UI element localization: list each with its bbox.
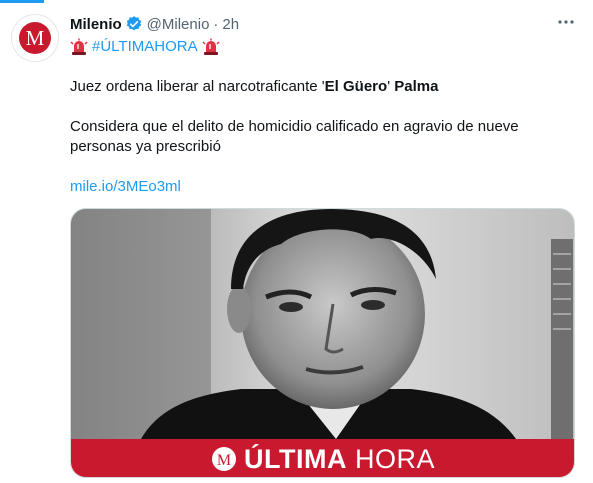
headline-name: El Güero — [324, 78, 388, 95]
svg-text:M: M — [26, 26, 45, 50]
verified-badge-icon — [125, 15, 143, 33]
tweet-link[interactable]: mile.io/3MEo3ml — [70, 177, 570, 197]
siren-icon — [202, 38, 220, 56]
author-handle[interactable]: @Milenio — [147, 16, 210, 33]
hashtag-line: #ÚLTIMAHORA — [70, 37, 570, 57]
author-name[interactable]: Milenio — [70, 16, 122, 33]
hashtag-link[interactable]: #ÚLTIMAHORA — [92, 37, 198, 57]
more-options-icon[interactable] — [556, 12, 576, 32]
tweet-headline: Juez ordena liberar al narcotraficante '… — [70, 77, 570, 97]
avatar[interactable]: M — [11, 14, 59, 62]
headline-text: Juez ordena liberar al narcotraficante ' — [70, 78, 325, 95]
siren-icon — [70, 38, 88, 56]
tweet-timestamp[interactable]: 2h — [222, 16, 239, 33]
headline-surname: Palma — [394, 78, 439, 95]
milenio-logo-icon: M — [19, 22, 51, 54]
tweet-body: Considera que el delito de homicidio cal… — [70, 118, 519, 155]
milenio-logo-icon: M — [212, 447, 236, 471]
separator-dot: · — [213, 15, 219, 33]
active-tab-indicator — [0, 0, 44, 3]
ultima-hora-banner: M ÚLTIMA HORA — [71, 439, 574, 477]
news-photo — [71, 209, 574, 439]
svg-text:M: M — [217, 452, 231, 469]
banner-text-strong: ÚLTIMA — [244, 443, 347, 474]
tweet-header: Milenio @Milenio · 2h — [70, 14, 239, 34]
media-card[interactable]: M ÚLTIMA HORA — [70, 208, 575, 478]
banner-text-light: HORA — [354, 443, 435, 474]
